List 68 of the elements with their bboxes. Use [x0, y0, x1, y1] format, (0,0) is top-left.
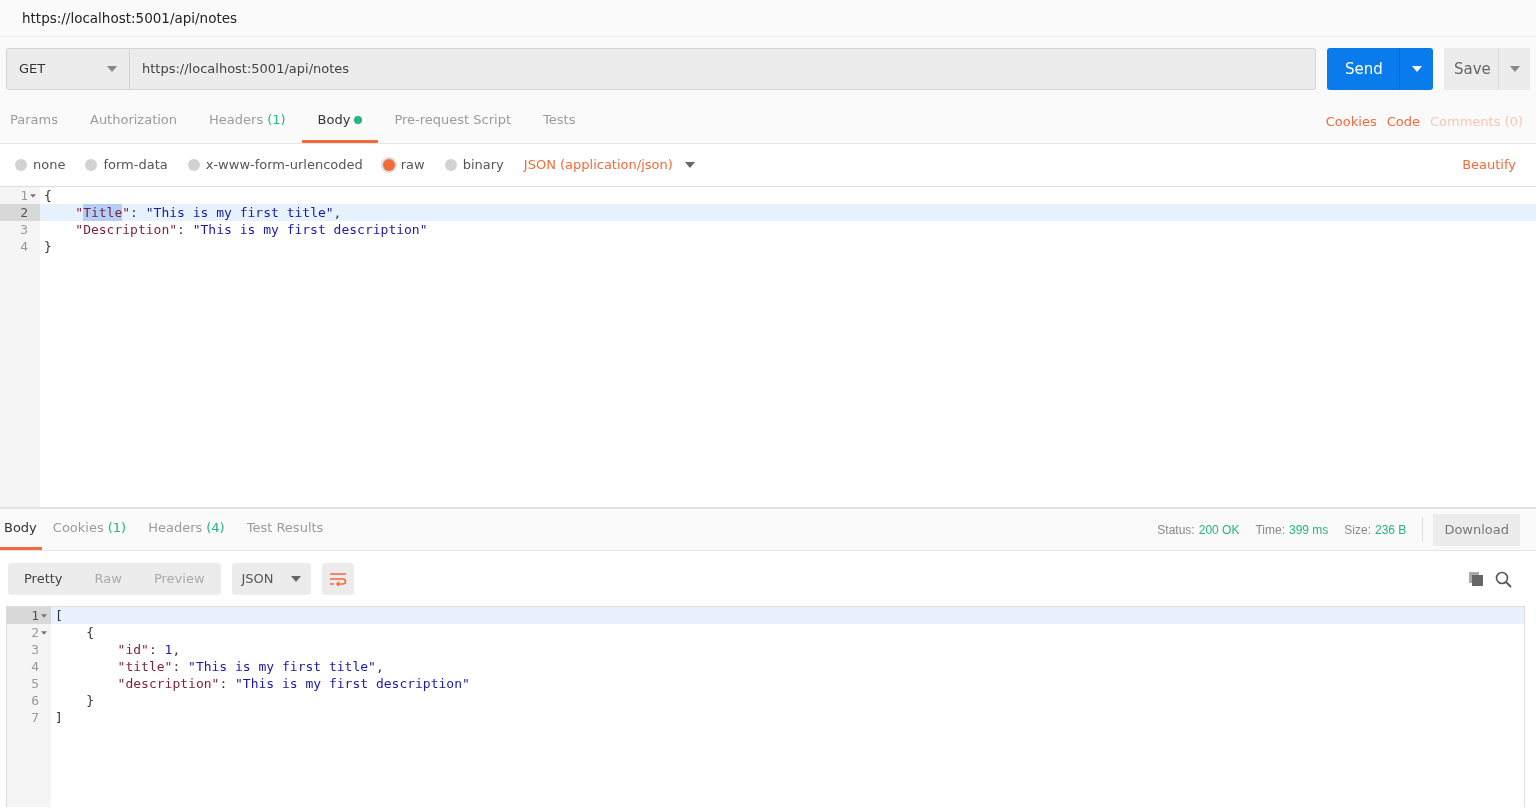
fold-icon: [30, 193, 36, 198]
response-tab[interactable]: Test Results: [235, 509, 335, 550]
response-meta: Time: 399 ms: [1255, 521, 1329, 539]
request-tab[interactable]: Headers (1): [193, 100, 302, 143]
response-meta: Status: 200 OK: [1157, 521, 1240, 539]
code-line: {: [85, 624, 96, 641]
fold-icon: [41, 613, 47, 618]
radio-option[interactable]: binary: [444, 155, 504, 175]
url-field[interactable]: https://localhost:5001/api/notes: [130, 48, 1316, 90]
code-line: "Description": "This is my first description": [74, 221, 429, 238]
code-line: }: [43, 238, 53, 255]
line-number: 3: [19, 221, 29, 238]
line-number: 7: [30, 709, 40, 726]
response-tab[interactable]: Headers (4): [137, 509, 236, 550]
code-line: "description": "This is my first description": [116, 675, 471, 692]
view-mode-tab[interactable]: Raw: [78, 562, 138, 595]
line-number: 6: [30, 692, 40, 709]
line-number: 1: [7, 607, 51, 624]
selected-text: Title: [83, 204, 123, 221]
wrap-lines-button[interactable]: [321, 562, 354, 595]
save-button[interactable]: Save: [1444, 48, 1498, 90]
fold-icon: [41, 630, 47, 635]
response-meta: Size: 236 B: [1344, 521, 1407, 539]
line-number: 2: [7, 624, 51, 641]
line-number: 2: [0, 204, 40, 221]
search-icon[interactable]: [1495, 570, 1512, 588]
link[interactable]: Cookies: [1320, 111, 1382, 132]
radio-option[interactable]: raw: [382, 155, 425, 175]
caret-icon: [107, 66, 117, 72]
request-tab[interactable]: Body: [301, 100, 379, 143]
caret-icon: [1509, 66, 1520, 72]
link[interactable]: Code: [1381, 111, 1425, 132]
send-options-button[interactable]: [1399, 48, 1433, 90]
method-dropdown[interactable]: GET: [6, 48, 130, 90]
caret-icon: [290, 575, 301, 582]
view-mode-tab[interactable]: Preview: [137, 562, 221, 595]
save-options-button[interactable]: [1498, 48, 1530, 90]
radio-option[interactable]: none: [15, 155, 66, 175]
code-line: }: [85, 692, 96, 709]
line-number: 3: [30, 641, 40, 658]
window-title: https://localhost:5001/api/notes: [22, 8, 238, 28]
format-dropdown[interactable]: JSON: [231, 562, 311, 595]
line-number: 4: [19, 238, 29, 255]
wrap-lines-icon: [328, 571, 347, 586]
content-type-dropdown[interactable]: JSON (application/json): [523, 155, 695, 175]
radio-option[interactable]: x-www-form-urlencoded: [187, 155, 363, 175]
status-dot-icon: [354, 116, 363, 124]
caret-icon: [684, 162, 695, 168]
response-tab[interactable]: Body: [0, 509, 42, 550]
send-button[interactable]: Send: [1327, 48, 1399, 90]
request-tab[interactable]: Tests: [527, 100, 592, 143]
code-line: {: [43, 187, 53, 204]
request-tab[interactable]: Authorization: [74, 100, 194, 143]
request-tab[interactable]: Pre-request Script: [378, 100, 528, 143]
code-line: "id": 1,: [116, 641, 182, 658]
radio-option[interactable]: form-data: [85, 155, 168, 175]
line-number: 4: [30, 658, 40, 675]
download-button[interactable]: Download: [1433, 513, 1520, 546]
view-mode-tab[interactable]: Pretty: [8, 562, 79, 595]
request-tab[interactable]: Params: [10, 100, 74, 143]
code-line: ]: [54, 709, 64, 726]
line-number: 1: [0, 187, 40, 204]
line-number: 5: [30, 675, 40, 692]
caret-icon: [1411, 66, 1422, 72]
beautify-link[interactable]: Beautify: [1457, 155, 1521, 175]
response-tab[interactable]: Cookies (1): [41, 509, 138, 550]
copy-icon[interactable]: [1468, 571, 1484, 588]
code-line: "title": "This is my first title",: [116, 658, 385, 675]
